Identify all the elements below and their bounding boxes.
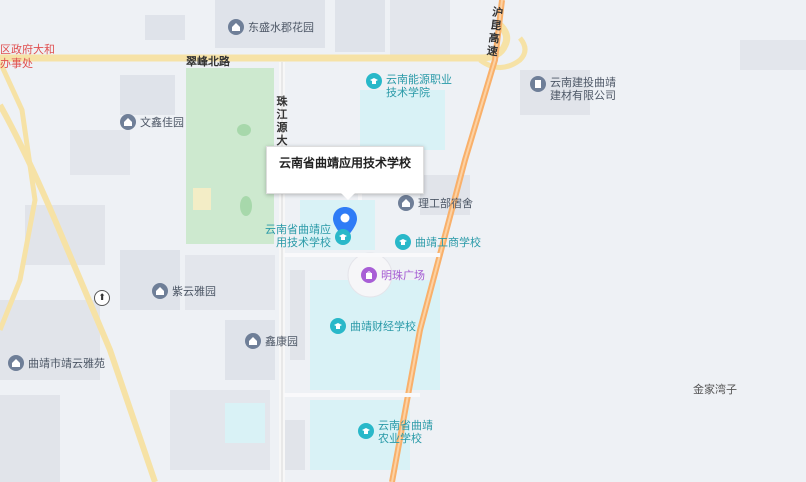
campus-area xyxy=(360,90,445,150)
park-plaza xyxy=(193,188,211,210)
building-block xyxy=(120,250,180,310)
residential-icon xyxy=(228,19,244,35)
road-label-cuifeng-north: 翠峰北路 xyxy=(186,55,230,68)
selected-place-callout[interactable]: 云南省曲靖应用技术学校 xyxy=(266,146,424,200)
poi-label: 明珠广场 xyxy=(381,269,425,282)
school-icon xyxy=(330,318,346,334)
building-block xyxy=(70,130,130,175)
poi-label: 东盛水郡花园 xyxy=(248,21,314,34)
poi-jianshe[interactable]: 云南建投曲靖建材有限公司 xyxy=(530,76,626,102)
building-block xyxy=(335,0,385,52)
poi-label: 文鑫佳园 xyxy=(140,116,184,129)
residential-icon xyxy=(398,195,414,211)
residential-icon xyxy=(8,355,24,371)
poi-xinkang[interactable]: 鑫康园 xyxy=(245,333,298,349)
building-block xyxy=(740,40,806,70)
area-label-jinjiawanzi: 金家湾子 xyxy=(693,383,737,396)
poi-label: 紫云雅园 xyxy=(172,285,216,298)
district-gov-line1: 区政府大和 xyxy=(0,43,55,56)
park-area xyxy=(186,68,274,244)
poi-label: 曲靖市靖云雅苑 xyxy=(28,357,105,370)
road-label-zhujiangyuan-text: 珠江源大 xyxy=(276,95,288,147)
area-label-district-gov: 区政府大和 办事处 xyxy=(0,43,55,71)
building-block xyxy=(225,320,275,380)
building-block xyxy=(145,15,185,40)
poi-finance-school[interactable]: 曲靖财经学校 xyxy=(330,318,416,334)
poi-ligong[interactable]: 理工部宿舍 xyxy=(398,195,473,211)
poi-mingzhu[interactable]: 明珠广场 xyxy=(361,267,425,283)
poi-label: 鑫康园 xyxy=(265,335,298,348)
school-icon xyxy=(366,73,382,89)
building-block xyxy=(285,420,305,470)
campus-area xyxy=(225,403,265,443)
poi-label: 曲靖财经学校 xyxy=(350,320,416,333)
poi-label: 云南省曲靖农业学校 xyxy=(378,419,433,445)
park-pond xyxy=(237,124,251,136)
poi-label: 云南省曲靖应用技术学校 xyxy=(265,223,331,249)
poi-dongsheng[interactable]: 东盛水郡花园 xyxy=(228,19,314,35)
poi-agri-school[interactable]: 云南省曲靖农业学校 xyxy=(358,419,438,445)
district-gov-line2: 办事处 xyxy=(0,57,33,70)
poi-label: 理工部宿舍 xyxy=(418,197,473,210)
school-icon xyxy=(335,229,351,245)
building-icon xyxy=(530,76,546,92)
residential-icon xyxy=(120,114,136,130)
poi-ziyun[interactable]: 紫云雅园 xyxy=(152,283,216,299)
poi-label: 云南能源职业技术学院 xyxy=(386,73,452,99)
poi-wenxin[interactable]: 文鑫佳园 xyxy=(120,114,184,130)
road-west-curve xyxy=(0,60,38,331)
shopping-icon xyxy=(361,267,377,283)
residential-icon xyxy=(152,283,168,299)
school-icon xyxy=(358,423,374,439)
callout-title: 云南省曲靖应用技术学校 xyxy=(278,156,411,170)
poi-energy-college[interactable]: 云南能源职业技术学院 xyxy=(366,73,458,99)
school-icon xyxy=(395,234,411,250)
road-label-zhujiangyuan: 珠江源大 xyxy=(276,95,288,147)
poi-jingyun[interactable]: 曲靖市靖云雅苑 xyxy=(8,355,105,371)
building-block xyxy=(0,395,60,482)
residential-icon xyxy=(245,333,261,349)
poi-business-school[interactable]: 曲靖工商学校 xyxy=(395,234,481,250)
park-pond xyxy=(240,196,252,216)
poi-label: 云南建投曲靖建材有限公司 xyxy=(550,76,616,102)
map-canvas[interactable]: 翠峰北路 沪昆高速 珠江源大 区政府大和 办事处 东盛水郡花园 云南能源职业技术… xyxy=(0,0,806,482)
building-block xyxy=(390,0,450,55)
poi-selected-school[interactable]: 云南省曲靖应用技术学校 xyxy=(257,223,351,249)
transit-icon[interactable]: ⬆ xyxy=(94,290,110,306)
building-block xyxy=(25,205,105,265)
building-block xyxy=(120,75,175,115)
poi-label: 曲靖工商学校 xyxy=(415,236,481,249)
